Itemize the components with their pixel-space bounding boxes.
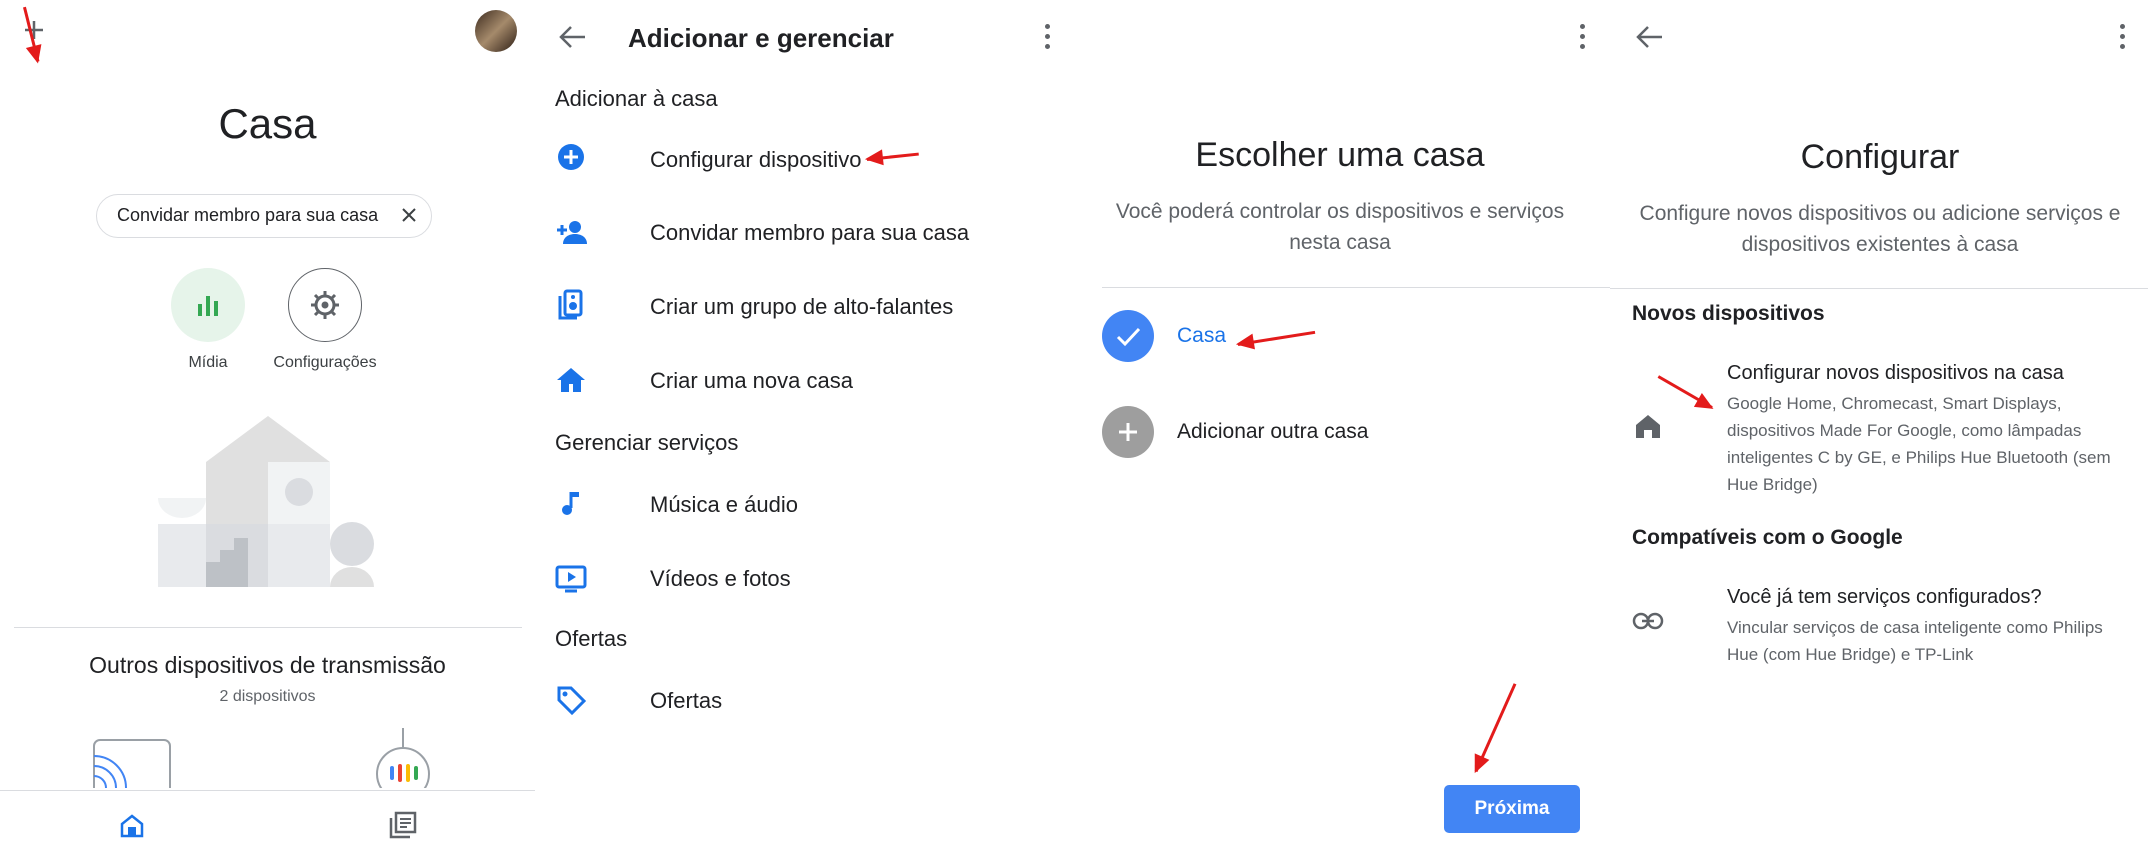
settings-label: Configurações [273, 354, 377, 371]
cast-device-icon[interactable] [92, 738, 172, 788]
more-options-icon[interactable] [2120, 24, 2126, 50]
home-icon [1636, 415, 1660, 438]
list-item-new-home[interactable]: Criar uma nova casa [535, 356, 1070, 406]
home-option-label: Casa [1177, 324, 1227, 347]
google-home-mini-icon[interactable] [372, 726, 434, 788]
setup-item-description: Google Home, Chromecast, Smart Displays,… [1727, 394, 2111, 494]
page-title: Configurar [1800, 138, 1960, 176]
close-icon[interactable] [399, 205, 419, 225]
annotation-arrow [1474, 683, 1517, 773]
nav-home-icon[interactable] [118, 812, 146, 840]
back-arrow-icon[interactable] [1634, 22, 1666, 52]
settings-button[interactable] [288, 268, 362, 342]
check-circle-icon [1102, 310, 1154, 362]
home-screen-panel: Casa Convidar membro para sua casa Mídia… [0, 0, 535, 857]
add-and-manage-panel: Adicionar e gerenciar Adicionar à casa C… [535, 0, 1070, 857]
divider [1610, 288, 2148, 289]
add-home-label: Adicionar outra casa [1177, 420, 1369, 443]
invite-chip-label: Convidar membro para sua casa [117, 205, 379, 225]
setup-item-title: Configurar novos dispositivos na casa [1727, 362, 2064, 384]
home-icon [557, 368, 585, 392]
person-add-icon [557, 221, 587, 244]
more-options-icon[interactable] [1580, 24, 1586, 50]
section-new-devices: Novos dispositivos [1632, 302, 1825, 325]
bottom-nav-divider [0, 790, 535, 791]
media-button[interactable] [171, 268, 245, 342]
speaker-group-icon [558, 289, 583, 320]
list-item-label: Criar uma nova casa [650, 368, 853, 393]
video-icon [555, 565, 587, 593]
page-subtitle: Você poderá controlar os dispositivos e … [1115, 200, 1565, 254]
more-options-icon[interactable] [1045, 24, 1051, 50]
list-item-label: Criar um grupo de alto-falantes [650, 294, 954, 319]
divider [1102, 287, 1610, 288]
add-another-home-option[interactable]: Adicionar outra casa [1102, 406, 1582, 460]
link-icon [1632, 612, 1664, 630]
tag-icon [557, 686, 587, 716]
other-devices-count: 2 dispositivos [219, 688, 316, 705]
page-title: Escolher uma casa [1195, 136, 1485, 174]
invite-member-chip[interactable]: Convidar membro para sua casa [96, 194, 432, 238]
list-item-label: Música e áudio [650, 492, 798, 517]
list-item-label: Ofertas [650, 688, 723, 713]
add-circle-icon [1102, 406, 1154, 458]
back-arrow-icon[interactable] [557, 22, 589, 52]
other-devices-title: Outros dispositivos de transmissão [89, 652, 446, 678]
section-add-to-home: Adicionar à casa [555, 86, 718, 111]
equalizer-icon [198, 296, 218, 316]
next-button[interactable]: Próxima [1444, 785, 1580, 833]
list-item-speaker-group[interactable]: Criar um grupo de alto-falantes [535, 282, 1070, 332]
section-works-with-google: Compatíveis com o Google [1632, 526, 1903, 549]
house-illustration [158, 412, 378, 587]
list-item-videos-photos[interactable]: Vídeos e fotos [535, 554, 1070, 604]
page-title: Adicionar e gerenciar [628, 23, 894, 53]
link-item-title: Você já tem serviços configurados? [1727, 586, 2042, 608]
list-item-label: Convidar membro para sua casa [650, 220, 970, 245]
section-offers: Ofertas [555, 626, 628, 651]
gear-icon [311, 291, 339, 319]
music-note-icon [562, 492, 579, 515]
divider [14, 627, 522, 628]
nav-feed-icon[interactable] [388, 810, 418, 840]
setup-panel: Configurar Configure novos dispositivos … [1610, 0, 2148, 857]
list-item-invite-member[interactable]: Convidar membro para sua casa [535, 208, 1070, 258]
link-item-description: Vincular serviços de casa inteligente co… [1727, 618, 2103, 664]
page-title: Casa [218, 100, 317, 147]
list-item-label: Vídeos e fotos [650, 566, 791, 591]
setup-new-devices-item[interactable]: Configurar novos dispositivos na casa Go… [1610, 356, 2148, 496]
list-item-offers[interactable]: Ofertas [535, 676, 1070, 726]
avatar[interactable] [475, 10, 517, 52]
choose-home-panel: Escolher uma casa Você poderá controlar … [1070, 0, 1610, 857]
list-item-setup-device[interactable]: Configurar dispositivo [535, 135, 1070, 185]
media-label: Mídia [188, 354, 228, 371]
list-item-label: Configurar dispositivo [650, 147, 862, 172]
next-button-label: Próxima [1474, 798, 1550, 819]
link-services-item[interactable]: Você já tem serviços configurados? Vincu… [1610, 582, 2148, 672]
list-item-music-audio[interactable]: Música e áudio [535, 480, 1070, 530]
home-option-casa[interactable]: Casa [1102, 310, 1582, 364]
section-manage-services: Gerenciar serviços [555, 430, 739, 455]
page-subtitle: Configure novos dispositivos ou adicione… [1639, 202, 2121, 256]
add-circle-icon [558, 144, 584, 170]
